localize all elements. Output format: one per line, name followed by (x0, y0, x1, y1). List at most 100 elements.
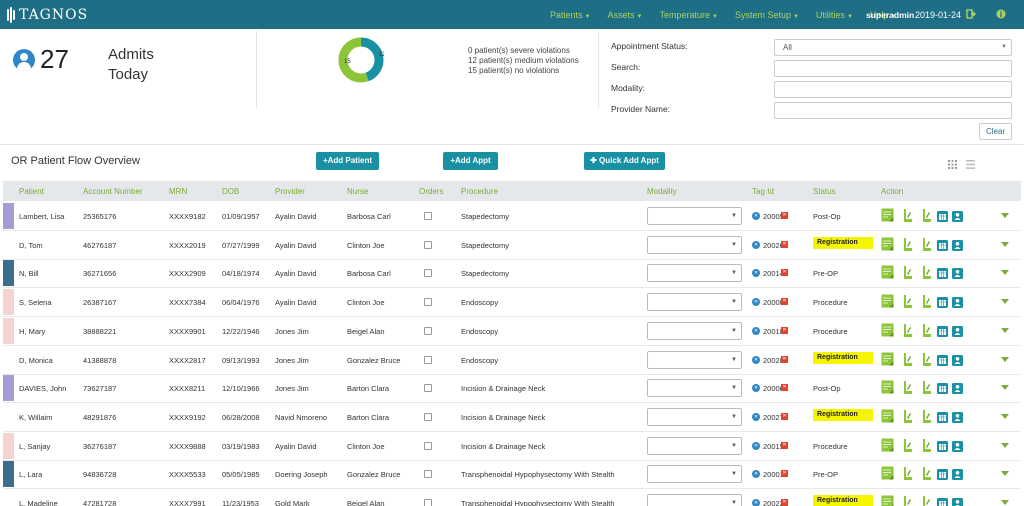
timeline-chart-icon[interactable] (921, 409, 932, 429)
table-row[interactable]: Lambert, Lisa 25365176 XXXX9182 01/09/1957 A… (3, 202, 1021, 231)
expand-row-icon[interactable] (1001, 385, 1009, 391)
sticky-note-icon[interactable] (881, 294, 894, 313)
patient-name[interactable]: K, Willaim (19, 413, 52, 422)
column-header-mrn[interactable]: MRN (169, 187, 187, 196)
table-row[interactable]: L, Madeline 47281728 XXXX7991 11/23/1953 Gol… (3, 489, 1021, 506)
progress-chart-icon[interactable] (902, 380, 913, 400)
orders-checkbox[interactable] (424, 240, 432, 249)
sticky-note-icon[interactable] (881, 495, 894, 506)
person-icon[interactable] (952, 324, 963, 342)
remove-tag-icon[interactable]: ✕ (781, 326, 788, 334)
column-header-orders[interactable]: Orders (419, 187, 443, 196)
progress-chart-icon[interactable] (902, 409, 913, 429)
orders-checkbox[interactable] (424, 384, 432, 393)
sticky-note-icon[interactable] (881, 409, 894, 428)
provider-name-input[interactable] (774, 102, 1012, 119)
orders-checkbox[interactable] (424, 441, 432, 450)
timeline-chart-icon[interactable] (921, 495, 932, 506)
progress-chart-icon[interactable] (902, 294, 913, 314)
modality-select[interactable]: ▼ (647, 293, 742, 312)
table-row[interactable]: H, Mary 38888221 XXXX9901 12/22/1946 Jones J… (3, 317, 1021, 346)
menu-utilities[interactable]: Utilities ▼ (816, 10, 853, 20)
expand-row-icon[interactable] (1001, 213, 1009, 218)
info-icon[interactable] (996, 9, 1006, 19)
calendar-icon[interactable] (937, 381, 948, 399)
remove-tag-icon[interactable]: ✕ (781, 212, 788, 219)
add-appt-button[interactable]: +Add Appt (443, 152, 498, 170)
orders-checkbox[interactable] (424, 355, 432, 364)
patient-name[interactable]: D, Monica (19, 356, 53, 365)
orders-checkbox[interactable] (424, 470, 432, 479)
appointment-status-select[interactable]: All ▼ (774, 39, 1012, 56)
tag-status-icon[interactable]: ✕ (752, 470, 760, 479)
column-header-procedure[interactable]: Procedure (461, 187, 498, 196)
calendar-icon[interactable] (937, 410, 948, 428)
timeline-chart-icon[interactable] (921, 265, 932, 285)
tag-status-icon[interactable]: ✕ (752, 212, 760, 220)
sticky-note-icon[interactable] (881, 265, 894, 284)
orders-checkbox[interactable] (424, 412, 432, 421)
timeline-chart-icon[interactable] (921, 466, 932, 486)
person-icon[interactable] (952, 467, 963, 485)
orders-checkbox[interactable] (424, 269, 432, 278)
tag-status-icon[interactable]: ✕ (752, 441, 760, 450)
sticky-note-icon[interactable] (881, 323, 894, 342)
expand-row-icon[interactable] (1001, 356, 1009, 362)
progress-chart-icon[interactable] (902, 208, 913, 228)
column-header-modality[interactable]: Modality (647, 187, 677, 196)
tag-status-icon[interactable]: ✕ (752, 384, 760, 393)
modality-select[interactable]: ▼ (647, 379, 742, 398)
expand-row-icon[interactable] (1001, 299, 1009, 305)
progress-chart-icon[interactable] (902, 466, 913, 486)
timeline-chart-icon[interactable] (921, 294, 932, 314)
modality-select[interactable]: ▼ (647, 436, 742, 455)
brand-logo[interactable]: TAGNOS (6, 6, 88, 24)
table-row[interactable]: L, Lara 94836728 XXXX5533 05/05/1985 Doering… (3, 460, 1021, 490)
table-row[interactable]: N, Bill 36271656 XXXX2909 04/18/1974 Ayalin … (3, 259, 1021, 289)
expand-row-icon[interactable] (1001, 500, 1009, 505)
expand-row-icon[interactable] (1001, 471, 1009, 477)
column-header-nurse[interactable]: Nurse (347, 187, 368, 196)
remove-tag-icon[interactable]: ✕ (781, 499, 788, 506)
table-row[interactable]: S, Selena 26387167 XXXX7384 06/04/1976 Ayali… (3, 288, 1021, 318)
menu-system-setup[interactable]: System Setup ▼ (735, 10, 799, 20)
expand-row-icon[interactable] (1001, 327, 1009, 333)
person-icon[interactable] (952, 353, 963, 371)
modality-select[interactable]: ▼ (647, 350, 742, 369)
calendar-icon[interactable] (937, 496, 948, 506)
remove-tag-icon[interactable]: ✕ (781, 441, 788, 449)
remove-tag-icon[interactable]: ✕ (781, 470, 788, 478)
modality-filter-input[interactable] (774, 81, 1012, 98)
table-row[interactable]: D, Tom 46276187 XXXX2019 07/27/1999 Ayalin D… (3, 231, 1021, 260)
column-header-tag-id[interactable]: Tag Id (752, 187, 774, 196)
calendar-icon[interactable] (937, 266, 948, 284)
expand-row-icon[interactable] (1001, 442, 1009, 448)
calendar-icon[interactable] (937, 439, 948, 457)
timeline-chart-icon[interactable] (921, 237, 932, 257)
column-header-account-number[interactable]: Account Number (83, 187, 143, 196)
timeline-chart-icon[interactable] (921, 208, 932, 228)
person-icon[interactable] (952, 295, 963, 313)
grid-view-icon[interactable] (948, 156, 957, 169)
column-header-patient[interactable]: Patient (19, 187, 44, 196)
calendar-icon[interactable] (937, 467, 948, 485)
tag-status-icon[interactable]: ✕ (752, 326, 760, 335)
sticky-note-icon[interactable] (881, 237, 894, 256)
current-user[interactable]: superadmin (866, 10, 914, 20)
calendar-icon[interactable] (937, 209, 948, 227)
timeline-chart-icon[interactable] (921, 323, 932, 343)
patient-name[interactable]: L, Sanjay (19, 442, 50, 451)
column-header-status[interactable]: Status (813, 187, 836, 196)
patient-name[interactable]: DAVIES, John (19, 384, 66, 393)
sticky-note-icon[interactable] (881, 352, 894, 371)
sticky-note-icon[interactable] (881, 208, 894, 227)
expand-row-icon[interactable] (1001, 413, 1009, 419)
search-input[interactable] (774, 60, 1012, 77)
calendar-icon[interactable] (937, 324, 948, 342)
tag-status-icon[interactable]: ✕ (752, 269, 760, 278)
person-icon[interactable] (952, 496, 963, 506)
expand-row-icon[interactable] (1001, 270, 1009, 276)
person-icon[interactable] (952, 410, 963, 428)
patient-name[interactable]: Lambert, Lisa (19, 212, 64, 221)
patient-name[interactable]: L, Madeline (19, 499, 58, 506)
